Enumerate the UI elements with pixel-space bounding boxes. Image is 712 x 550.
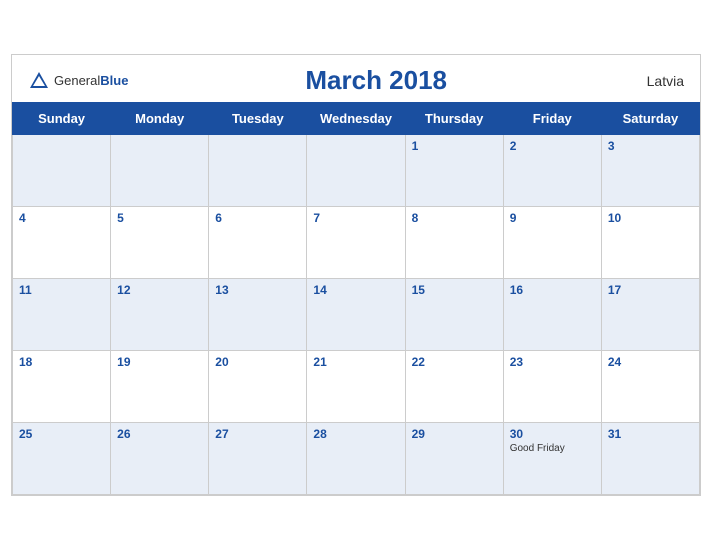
calendar-cell: 3 <box>601 135 699 207</box>
calendar-cell: 19 <box>111 351 209 423</box>
calendar-cell: 5 <box>111 207 209 279</box>
day-number: 16 <box>510 283 595 297</box>
day-number: 3 <box>608 139 693 153</box>
calendar-week-row: 25 26 27 28 29 30 Good Friday 31 <box>13 423 700 495</box>
day-number: 9 <box>510 211 595 225</box>
day-number: 17 <box>608 283 693 297</box>
calendar-cell: 8 <box>405 207 503 279</box>
calendar-cell <box>111 135 209 207</box>
day-number: 10 <box>608 211 693 225</box>
calendar-cell: 25 <box>13 423 111 495</box>
calendar-cell: 1 <box>405 135 503 207</box>
day-number: 18 <box>19 355 104 369</box>
day-number: 31 <box>608 427 693 441</box>
day-number: 26 <box>117 427 202 441</box>
weekday-header-friday: Friday <box>503 103 601 135</box>
weekday-header-tuesday: Tuesday <box>209 103 307 135</box>
day-number: 22 <box>412 355 497 369</box>
weekday-header-saturday: Saturday <box>601 103 699 135</box>
calendar-cell: 23 <box>503 351 601 423</box>
calendar-cell: 2 <box>503 135 601 207</box>
calendar-cell: 10 <box>601 207 699 279</box>
day-number: 12 <box>117 283 202 297</box>
calendar-cell: 29 <box>405 423 503 495</box>
day-number: 25 <box>19 427 104 441</box>
calendar-cell: 22 <box>405 351 503 423</box>
day-number: 24 <box>608 355 693 369</box>
calendar-cell <box>209 135 307 207</box>
day-number: 28 <box>313 427 398 441</box>
day-number: 21 <box>313 355 398 369</box>
calendar-cell: 18 <box>13 351 111 423</box>
weekday-header-wednesday: Wednesday <box>307 103 405 135</box>
day-number: 23 <box>510 355 595 369</box>
calendar-cell: 12 <box>111 279 209 351</box>
day-number: 13 <box>215 283 300 297</box>
calendar-cell: 28 <box>307 423 405 495</box>
calendar-cell: 27 <box>209 423 307 495</box>
calendar-cell: 6 <box>209 207 307 279</box>
logo-blue-label: Blue <box>100 73 128 88</box>
country-label: Latvia <box>624 73 684 89</box>
day-number: 27 <box>215 427 300 441</box>
calendar-cell: 13 <box>209 279 307 351</box>
calendar-cell: 17 <box>601 279 699 351</box>
calendar-title: March 2018 <box>128 65 624 96</box>
logo-general-label: General <box>54 73 100 88</box>
calendar-cell: 4 <box>13 207 111 279</box>
calendar-week-row: 123 <box>13 135 700 207</box>
day-number: 15 <box>412 283 497 297</box>
weekday-header-row: SundayMondayTuesdayWednesdayThursdayFrid… <box>13 103 700 135</box>
day-number: 11 <box>19 283 104 297</box>
day-number: 30 <box>510 427 595 441</box>
day-number: 20 <box>215 355 300 369</box>
calendar-cell: 24 <box>601 351 699 423</box>
calendar-cell: 7 <box>307 207 405 279</box>
weekday-header-sunday: Sunday <box>13 103 111 135</box>
day-number: 29 <box>412 427 497 441</box>
calendar-cell: 30 Good Friday <box>503 423 601 495</box>
calendar-week-row: 18 19 20 21 22 23 24 <box>13 351 700 423</box>
logo-area: GeneralBlue <box>28 70 128 92</box>
calendar-cell: 11 <box>13 279 111 351</box>
calendar-container: GeneralBlue March 2018 Latvia SundayMond… <box>11 54 701 496</box>
day-number: 5 <box>117 211 202 225</box>
calendar-cell: 26 <box>111 423 209 495</box>
calendar-week-row: 11 12 13 14 15 16 17 <box>13 279 700 351</box>
day-number: 2 <box>510 139 595 153</box>
calendar-cell <box>13 135 111 207</box>
calendar-cell: 31 <box>601 423 699 495</box>
day-number: 8 <box>412 211 497 225</box>
calendar-cell: 15 <box>405 279 503 351</box>
general-blue-logo-icon <box>28 70 50 92</box>
calendar-cell: 16 <box>503 279 601 351</box>
weekday-header-thursday: Thursday <box>405 103 503 135</box>
calendar-cell: 21 <box>307 351 405 423</box>
calendar-grid: SundayMondayTuesdayWednesdayThursdayFrid… <box>12 102 700 495</box>
day-event: Good Friday <box>510 443 595 454</box>
calendar-week-row: 456789 10 <box>13 207 700 279</box>
calendar-cell <box>307 135 405 207</box>
day-number: 4 <box>19 211 104 225</box>
calendar-body: 1234567891011121314151617181920212223242… <box>13 135 700 495</box>
day-number: 19 <box>117 355 202 369</box>
calendar-cell: 9 <box>503 207 601 279</box>
calendar-header: GeneralBlue March 2018 Latvia <box>12 55 700 102</box>
calendar-cell: 20 <box>209 351 307 423</box>
weekday-header-monday: Monday <box>111 103 209 135</box>
day-number: 14 <box>313 283 398 297</box>
logo-general-text: GeneralBlue <box>54 72 128 90</box>
calendar-cell: 14 <box>307 279 405 351</box>
day-number: 1 <box>412 139 497 153</box>
day-number: 6 <box>215 211 300 225</box>
day-number: 7 <box>313 211 398 225</box>
